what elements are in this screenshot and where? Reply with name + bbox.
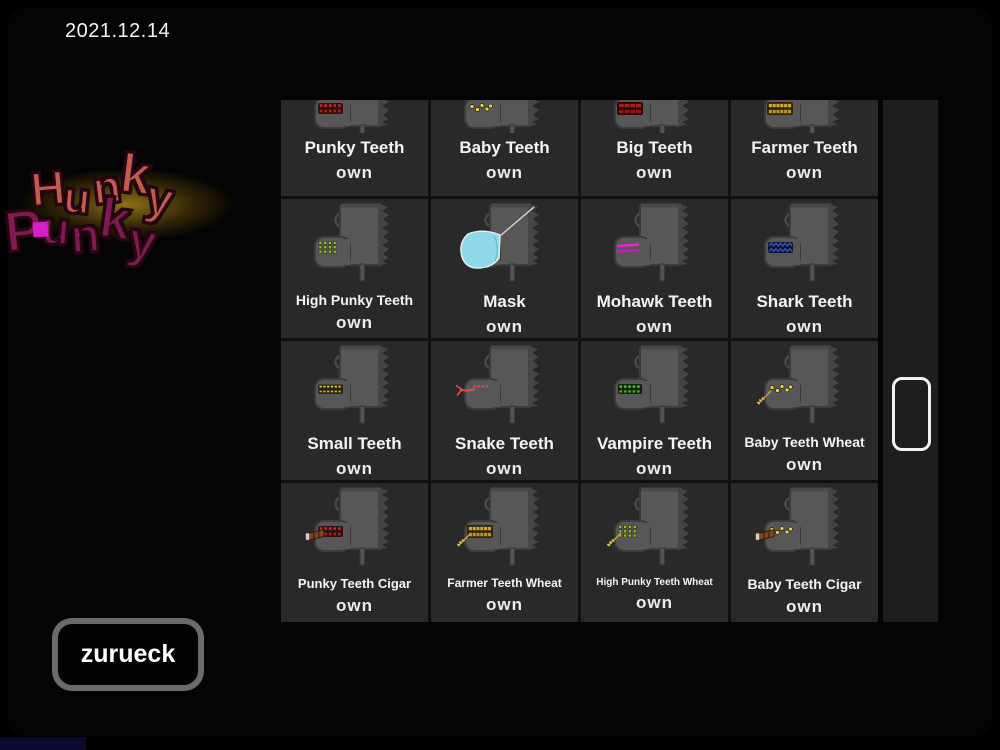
item-own-status: own [786,597,823,617]
item-name: Shark Teeth [756,292,853,311]
highpunky-item-image [605,485,705,571]
item-name: Farmer Teeth Wheat [447,576,562,590]
punky-item-image [305,485,405,571]
scrollbar-thumb[interactable] [892,377,931,451]
item-card[interactable]: Big Teeth own [581,100,728,196]
item-name: Punky Teeth Cigar [297,576,412,591]
item-card[interactable]: Punky Teeth Cigar own [281,483,428,622]
small-item-image [305,343,405,429]
item-card[interactable]: Small Teeth own [281,341,428,480]
item-grid: Punky Teeth own Baby Teeth own Big Teeth own F… [281,100,878,622]
logo-pixel-square [32,221,49,238]
logo-word-punky: Punky [0,184,162,272]
item-name: Farmer Teeth [751,138,858,157]
item-own-status: own [786,316,823,336]
item-card[interactable]: Mask own [431,199,578,338]
item-own-status: own [336,313,373,333]
item-name: Snake Teeth [455,434,554,453]
item-own-status: own [636,162,673,182]
back-button[interactable]: zurueck [52,618,204,691]
item-card[interactable]: Vampire Teeth own [581,341,728,480]
item-name: Big Teeth [616,138,693,157]
item-name: Baby Teeth [459,138,550,157]
item-own-status: own [636,316,673,336]
bottom-left-strip [0,737,86,750]
item-card[interactable]: Shark Teeth own [731,199,878,338]
date-label: 2021.12.14 [65,20,171,42]
item-own-status: own [336,596,373,616]
item-own-status: own [786,455,823,475]
item-name: Baby Teeth Cigar [747,576,862,592]
item-own-status: own [486,162,523,182]
item-own-status: own [786,162,823,182]
shark-item-image [755,201,855,287]
farmer-item-image [755,100,855,133]
item-card[interactable]: Baby Teeth Wheat own [731,341,878,480]
baby-item-image [755,343,855,429]
item-name: Punky Teeth [304,138,405,157]
item-own-status: own [336,458,373,478]
item-card[interactable]: High Punky Teeth Wheat own [581,483,728,622]
game-logo: Hunky Punky [0,136,285,272]
highpunky-item-image [305,201,405,287]
item-card[interactable]: Baby Teeth Cigar own [731,483,878,622]
item-name: Mohawk Teeth [596,292,713,311]
big-item-image [605,100,705,133]
item-own-status: own [636,593,673,612]
farmer-item-image [455,485,555,571]
vampire-item-image [605,343,705,429]
item-own-status: own [486,595,523,615]
mask-item-image [455,201,555,287]
scrollbar-track[interactable] [883,100,938,622]
item-name: High Punky Teeth Wheat [596,577,713,588]
item-own-status: own [636,458,673,478]
mohawk-item-image [605,201,705,287]
item-name: High Punky Teeth [295,292,414,308]
item-name: Baby Teeth Wheat [744,434,865,450]
snake-item-image [455,343,555,429]
item-own-status: own [486,316,523,336]
item-name: Small Teeth [307,434,402,453]
baby-item-image [455,100,555,133]
item-own-status: own [486,458,523,478]
item-name: Vampire Teeth [597,434,712,453]
item-card[interactable]: Farmer Teeth Wheat own [431,483,578,622]
punky-item-image [305,100,405,133]
item-card[interactable]: Farmer Teeth own [731,100,878,196]
item-own-status: own [336,162,373,182]
item-card[interactable]: High Punky Teeth own [281,199,428,338]
item-card[interactable]: Punky Teeth own [281,100,428,196]
item-card[interactable]: Baby Teeth own [431,100,578,196]
item-name: Mask [483,292,526,311]
item-card[interactable]: Mohawk Teeth own [581,199,728,338]
baby-item-image [755,485,855,571]
item-card[interactable]: Snake Teeth own [431,341,578,480]
